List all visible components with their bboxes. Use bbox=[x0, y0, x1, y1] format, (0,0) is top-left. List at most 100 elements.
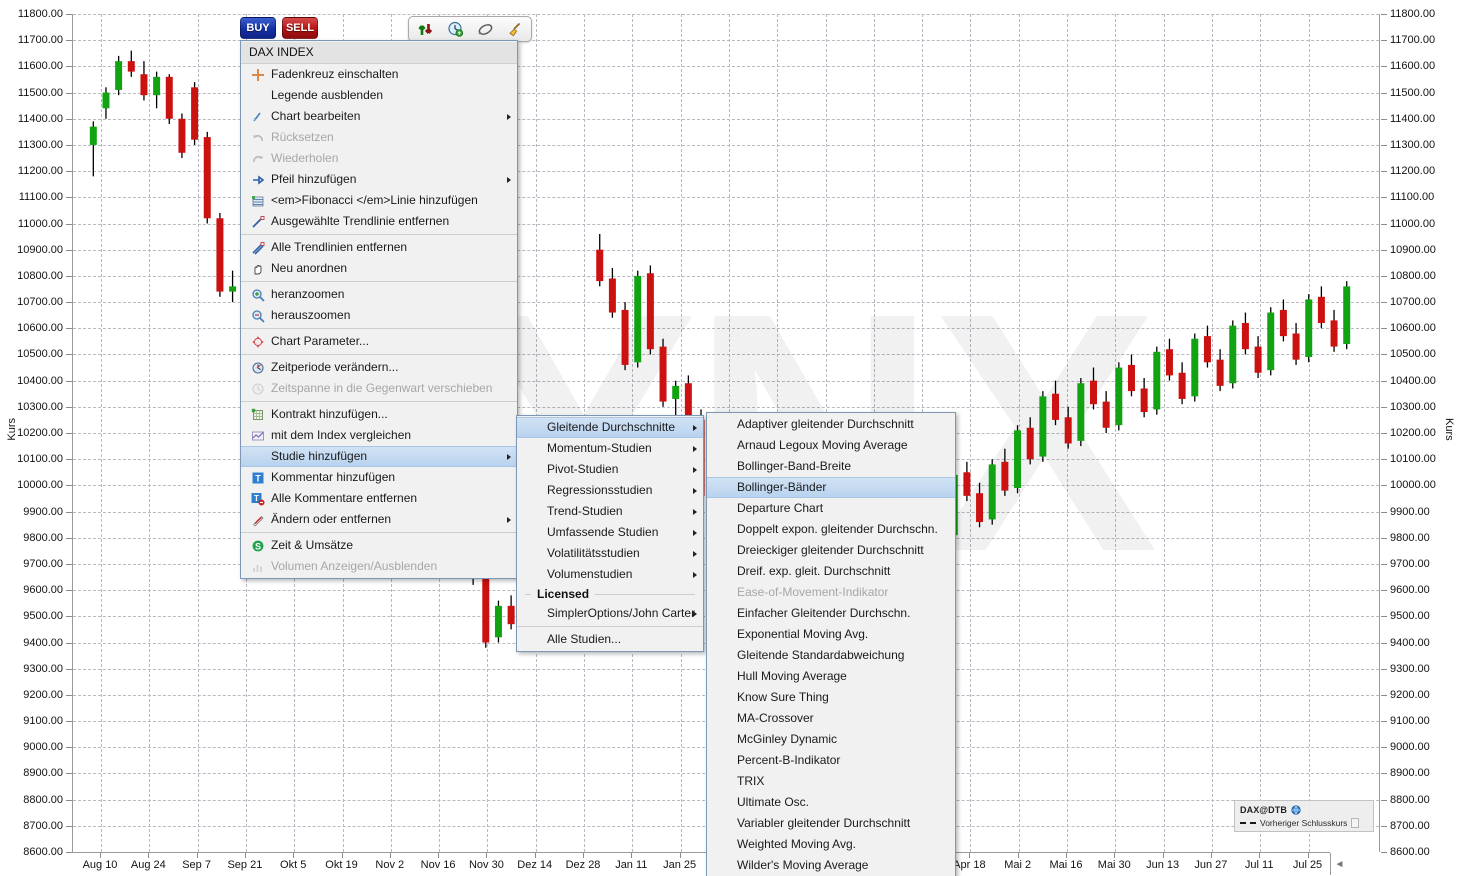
studies-submenu-footer-item-0[interactable]: Alle Studien... bbox=[517, 629, 703, 650]
chart-legend[interactable]: DAX@DTB Vorheriger Schlusskurs bbox=[1234, 800, 1374, 832]
moving-average-item-0[interactable]: Adaptiver gleitender Durchschnitt bbox=[707, 414, 955, 435]
context-menu-item-21[interactable]: S Zeit & Umsätze bbox=[241, 535, 517, 556]
edit-chart-icon bbox=[249, 109, 267, 125]
context-menu-item-1[interactable]: Legende ausblenden bbox=[241, 85, 517, 106]
clock-history-icon[interactable] bbox=[445, 19, 465, 39]
context-menu-item-19[interactable]: T Alle Kommentare entfernen bbox=[241, 488, 517, 509]
context-menu-item-5[interactable]: Pfeil hinzufügen bbox=[241, 169, 517, 190]
y-tick-mark bbox=[1381, 616, 1387, 618]
candle-body bbox=[1001, 461, 1009, 491]
menu-item-label: Ease-of-Movement-Indikator bbox=[737, 585, 889, 599]
studies-submenu-item-4[interactable]: Trend-Studien bbox=[517, 501, 703, 522]
moving-average-item-1[interactable]: Arnaud Legoux Moving Average bbox=[707, 435, 955, 456]
studies-submenu-item-7[interactable]: Volumenstudien bbox=[517, 564, 703, 585]
licensed-submenu-item-0[interactable]: SimplerOptions/John Carter bbox=[517, 603, 703, 624]
x-axis-scroll-left-button[interactable]: ◄ bbox=[1330, 853, 1348, 875]
context-menu-item-15[interactable]: Kontrakt hinzufügen... bbox=[241, 404, 517, 425]
moving-average-item-4[interactable]: Departure Chart bbox=[707, 498, 955, 519]
candle-body bbox=[191, 87, 199, 140]
studies-submenu-item-3[interactable]: Regressionsstudien bbox=[517, 480, 703, 501]
candle-body bbox=[203, 137, 211, 219]
chart-context-menu[interactable]: DAX INDEX Fadenkreuz einschalten Legende … bbox=[240, 40, 518, 579]
context-menu-item-7[interactable]: Ausgewählte Trendlinie entfernen bbox=[241, 211, 517, 232]
studies-submenu-item-5[interactable]: Umfassende Studien bbox=[517, 522, 703, 543]
moving-average-item-7[interactable]: Dreif. exp. gleit. Durchschnitt bbox=[707, 561, 955, 582]
y-axis-tick-label: 11700.00 bbox=[1390, 34, 1436, 47]
context-menu-item-20[interactable]: Ändern oder entfernen bbox=[241, 509, 517, 530]
broom-clear-icon[interactable] bbox=[505, 19, 525, 39]
context-menu-item-16[interactable]: mit dem Index vergleichen bbox=[241, 425, 517, 446]
buy-sell-arrows-icon[interactable] bbox=[415, 19, 435, 39]
x-tick-mark bbox=[244, 853, 246, 858]
context-menu-item-18[interactable]: T Kommentar hinzufügen bbox=[241, 467, 517, 488]
context-menu-item-10[interactable]: heranzoomen bbox=[241, 284, 517, 305]
studies-submenu-item-1[interactable]: Momentum-Studien bbox=[517, 438, 703, 459]
menu-item-label: Bollinger-Bänder bbox=[737, 480, 827, 494]
moving-average-item-16[interactable]: Percent-B-Indikator bbox=[707, 750, 955, 771]
candle-body bbox=[1140, 388, 1148, 413]
ellipse-draw-icon[interactable] bbox=[475, 19, 495, 39]
x-tick-mark bbox=[1259, 853, 1261, 858]
candle-body bbox=[1090, 380, 1097, 405]
y-axis-tick-label: 11200.00 bbox=[17, 165, 63, 178]
legend-color-swatch[interactable] bbox=[1351, 817, 1360, 828]
buy-button[interactable]: BUY bbox=[240, 17, 276, 39]
y-axis-title-right: Kurs bbox=[1443, 418, 1455, 441]
context-menu-item-8[interactable]: Alle Trendlinien entfernen bbox=[241, 237, 517, 258]
moving-average-item-21[interactable]: Wilder's Moving Average bbox=[707, 855, 955, 876]
candle-body bbox=[127, 61, 135, 72]
moving-average-item-15[interactable]: McGinley Dynamic bbox=[707, 729, 955, 750]
y-axis-tick-label: 10600.00 bbox=[1390, 322, 1436, 335]
menu-item-label: Trend-Studien bbox=[547, 504, 623, 518]
moving-average-item-2[interactable]: Bollinger-Band-Breite bbox=[707, 456, 955, 477]
context-menu-item-9[interactable]: Neu anordnen bbox=[241, 258, 517, 279]
x-tick-mark bbox=[438, 853, 440, 858]
moving-average-item-17[interactable]: TRIX bbox=[707, 771, 955, 792]
moving-average-item-3[interactable]: Bollinger-Bänder bbox=[707, 477, 955, 498]
y-tick-mark bbox=[1381, 694, 1387, 696]
moving-average-item-20[interactable]: Weighted Moving Avg. bbox=[707, 834, 955, 855]
context-menu-item-0[interactable]: Fadenkreuz einschalten bbox=[241, 64, 517, 85]
menu-separator bbox=[241, 354, 517, 355]
menu-item-label: Rücksetzen bbox=[271, 130, 334, 144]
studies-submenu-item-6[interactable]: Volatilitätsstudien bbox=[517, 543, 703, 564]
studies-submenu-footer: Alle Studien... bbox=[517, 629, 703, 650]
y-axis-tick-label: 11600.00 bbox=[17, 60, 63, 73]
candle-body bbox=[1115, 367, 1123, 426]
moving-average-item-11[interactable]: Gleitende Standardabweichung bbox=[707, 645, 955, 666]
menu-item-label: Pfeil hinzufügen bbox=[271, 172, 357, 186]
time-and-sales-icon: S bbox=[249, 538, 267, 554]
context-menu-item-6[interactable]: <em>Fibonacci </em>Linie hinzufügen bbox=[241, 190, 517, 211]
y-axis-tick-label: 8900.00 bbox=[1390, 767, 1430, 780]
candle-body bbox=[1216, 359, 1224, 386]
context-menu-item-11[interactable]: herauszoomen bbox=[241, 305, 517, 326]
moving-average-item-14[interactable]: MA-Crossover bbox=[707, 708, 955, 729]
menu-item-label: Alle Kommentare entfernen bbox=[271, 491, 418, 505]
moving-average-item-10[interactable]: Exponential Moving Avg. bbox=[707, 624, 955, 645]
studies-submenu[interactable]: Gleitende Durchschnitte Momentum-Studien P… bbox=[516, 415, 704, 652]
moving-averages-submenu[interactable]: Adaptiver gleitender Durchschnitt Arnaud … bbox=[706, 412, 956, 876]
candle-body bbox=[1330, 320, 1338, 347]
candle-body bbox=[89, 126, 97, 145]
menu-item-label: Pivot-Studien bbox=[547, 462, 619, 476]
sell-button[interactable]: SELL bbox=[282, 17, 318, 39]
moving-average-item-19[interactable]: Variabler gleitender Durchschnitt bbox=[707, 813, 955, 834]
moving-average-item-6[interactable]: Dreieckiger gleitender Durchschnitt bbox=[707, 540, 955, 561]
moving-average-item-18[interactable]: Ultimate Osc. bbox=[707, 792, 955, 813]
y-axis-tick-label: 10000.00 bbox=[17, 479, 63, 492]
context-menu-item-3: Rücksetzen bbox=[241, 127, 517, 148]
moving-average-item-13[interactable]: Know Sure Thing bbox=[707, 687, 955, 708]
y-axis-tick-label: 9500.00 bbox=[1390, 610, 1430, 623]
moving-average-item-5[interactable]: Doppelt expon. gleitender Durchschn. bbox=[707, 519, 955, 540]
moving-average-item-12[interactable]: Hull Moving Average bbox=[707, 666, 955, 687]
context-menu-item-2[interactable]: Chart bearbeiten bbox=[241, 106, 517, 127]
studies-submenu-item-0[interactable]: Gleitende Durchschnitte bbox=[517, 417, 703, 438]
menu-item-label: Departure Chart bbox=[737, 501, 824, 515]
context-menu-item-17[interactable]: Studie hinzufügen bbox=[241, 446, 517, 467]
context-menu-item-13[interactable]: Zeitperiode verändern... bbox=[241, 357, 517, 378]
context-menu-item-12[interactable]: Chart Parameter... bbox=[241, 331, 517, 352]
chevron-right-icon bbox=[507, 516, 511, 523]
studies-submenu-item-2[interactable]: Pivot-Studien bbox=[517, 459, 703, 480]
moving-average-item-9[interactable]: Einfacher Gleitender Durchschn. bbox=[707, 603, 955, 624]
zoom-out-icon bbox=[252, 309, 265, 323]
